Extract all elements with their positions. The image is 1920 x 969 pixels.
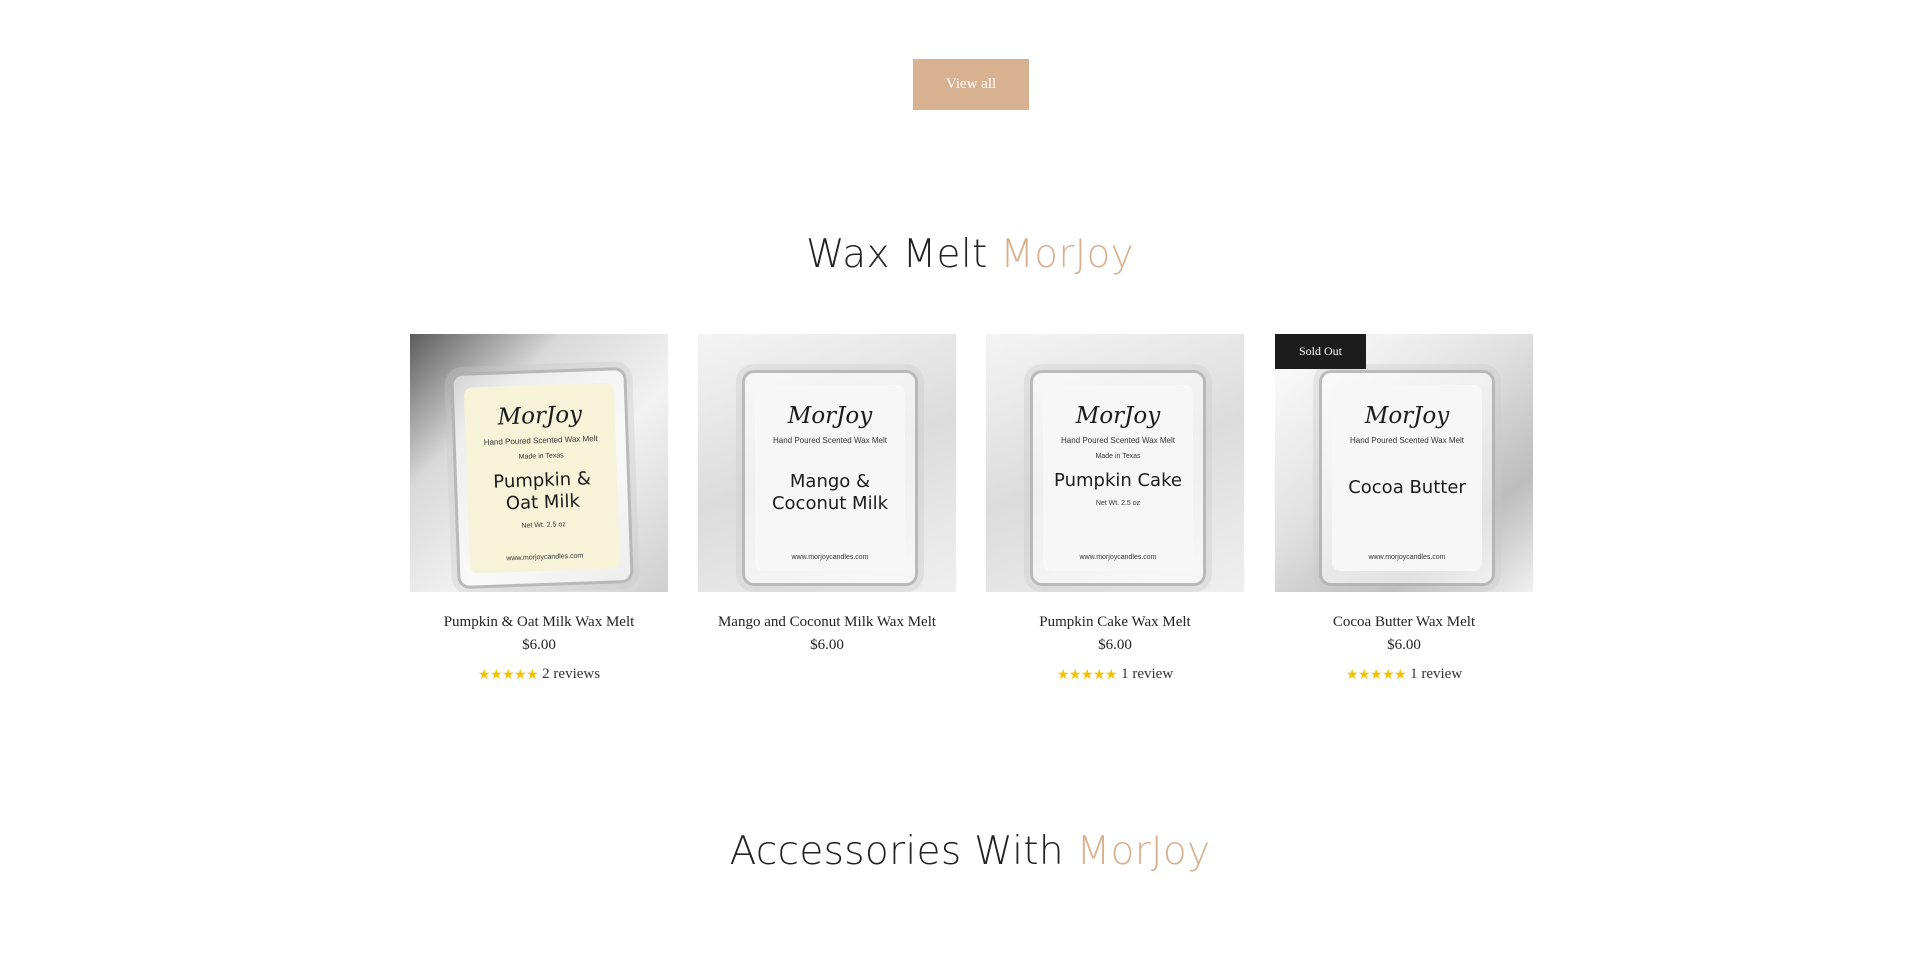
- product-price: $6.00: [522, 637, 556, 653]
- star-rating-icon: ★★★★★: [1056, 666, 1118, 683]
- package-label: MorJoy Hand Poured Scented Wax Melt Made…: [463, 382, 621, 574]
- package-label: MorJoy Hand Poured Scented Wax Melt Coco…: [1332, 385, 1482, 571]
- product-image[interactable]: Sold Out MorJoy Hand Poured Scented Wax …: [1275, 334, 1533, 592]
- product-card-pumpkin-cake[interactable]: MorJoy Hand Poured Scented Wax Melt Made…: [986, 334, 1244, 683]
- package-weight: Net Wt. 2.5 oz: [521, 521, 566, 530]
- package-brand: MorJoy: [497, 401, 583, 431]
- star-rating-icon: ★★★★★: [477, 666, 539, 683]
- package-brand: MorJoy: [1364, 403, 1450, 429]
- wax-melt-package: MorJoy Hand Poured Scented Wax Melt Made…: [450, 366, 634, 590]
- product-price: $6.00: [1387, 637, 1421, 653]
- product-card-cocoa-butter[interactable]: Sold Out MorJoy Hand Poured Scented Wax …: [1275, 334, 1533, 683]
- package-tagline: Hand Poured Scented Wax Melt: [1061, 436, 1175, 445]
- sold-out-badge: Sold Out: [1275, 334, 1366, 369]
- package-tagline: Hand Poured Scented Wax Melt: [483, 434, 598, 448]
- package-origin: Made in Texas: [1095, 453, 1141, 460]
- product-price: $6.00: [810, 637, 844, 653]
- wax-melt-section-title: Wax Melt MorJoy: [0, 232, 1920, 277]
- product-title[interactable]: Pumpkin & Oat Milk Wax Melt: [410, 614, 668, 631]
- product-price: $6.00: [1098, 637, 1132, 653]
- wax-melt-package: MorJoy Hand Poured Scented Wax Melt Mang…: [742, 370, 918, 586]
- product-rating[interactable]: ★★★★★ 1 review: [1275, 666, 1533, 683]
- product-image[interactable]: MorJoy Hand Poured Scented Wax Melt Made…: [410, 334, 668, 592]
- package-label: MorJoy Hand Poured Scented Wax Melt Made…: [1043, 385, 1193, 571]
- package-tagline: Hand Poured Scented Wax Melt: [1350, 436, 1464, 445]
- product-image[interactable]: MorJoy Hand Poured Scented Wax Melt Made…: [986, 334, 1244, 592]
- product-rating[interactable]: ★★★★★ 2 reviews: [410, 666, 668, 683]
- review-count: 1 review: [1121, 666, 1174, 682]
- package-scent: Pumpkin & Oat Milk: [493, 468, 592, 515]
- package-origin: Made in Texas: [518, 452, 564, 461]
- package-weight: Net Wt. 2.5 oz: [1095, 500, 1141, 507]
- section-title-main: Accessories With: [729, 829, 1077, 874]
- accessories-section-title: Accessories With MorJoy: [0, 829, 1920, 874]
- package-scent: Cocoa Butter: [1348, 477, 1466, 498]
- review-count: 2 reviews: [542, 666, 601, 682]
- package-website: www.morjoycandles.com: [791, 554, 869, 561]
- section-title-accent: MorJoy: [1076, 829, 1211, 874]
- package-scent: Mango & Coconut Milk: [771, 471, 889, 514]
- product-title[interactable]: Mango and Coconut Milk Wax Melt: [698, 614, 956, 631]
- package-website: www.morjoycandles.com: [1368, 554, 1446, 561]
- package-label: MorJoy Hand Poured Scented Wax Melt Mang…: [755, 385, 905, 571]
- wax-melt-package: MorJoy Hand Poured Scented Wax Melt Made…: [1030, 370, 1206, 586]
- product-title[interactable]: Cocoa Butter Wax Melt: [1275, 614, 1533, 631]
- view-all-button[interactable]: View all: [913, 59, 1029, 110]
- product-title[interactable]: Pumpkin Cake Wax Melt: [986, 614, 1244, 631]
- star-rating-icon: ★★★★★: [1345, 666, 1407, 683]
- package-website: www.morjoycandles.com: [506, 552, 584, 563]
- package-website: www.morjoycandles.com: [1079, 554, 1157, 561]
- section-title-accent: MorJoy: [1000, 232, 1135, 277]
- section-title-main: Wax Melt: [805, 232, 1001, 277]
- review-count: 1 review: [1410, 666, 1463, 682]
- package-brand: MorJoy: [1075, 403, 1161, 429]
- product-image[interactable]: MorJoy Hand Poured Scented Wax Melt Mang…: [698, 334, 956, 592]
- package-tagline: Hand Poured Scented Wax Melt: [773, 436, 887, 445]
- product-card-pumpkin-oat-milk[interactable]: MorJoy Hand Poured Scented Wax Melt Made…: [410, 334, 668, 683]
- product-rating[interactable]: ★★★★★ 1 review: [986, 666, 1244, 683]
- wax-melt-package: MorJoy Hand Poured Scented Wax Melt Coco…: [1319, 370, 1495, 586]
- package-brand: MorJoy: [787, 403, 873, 429]
- package-scent: Pumpkin Cake: [1054, 470, 1182, 491]
- product-card-mango-coconut-milk[interactable]: MorJoy Hand Poured Scented Wax Melt Mang…: [698, 334, 956, 654]
